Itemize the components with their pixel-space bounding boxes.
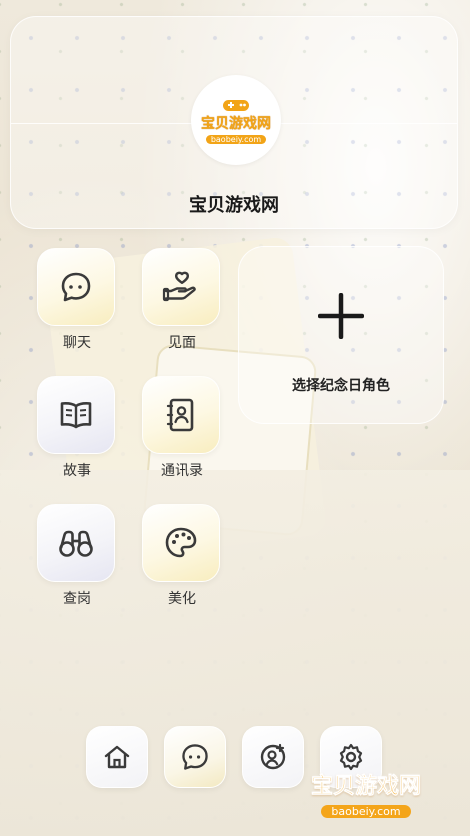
app-contacts-tile[interactable] <box>142 376 220 454</box>
app-story-tile[interactable] <box>37 376 115 454</box>
app-meet-tile[interactable] <box>142 248 220 326</box>
gamepad-logo-icon <box>223 99 249 111</box>
avatar-logo-text: 宝贝游戏网 <box>201 115 271 132</box>
watermark-logo: 宝贝游戏网 baobeiy.com <box>296 768 436 820</box>
app-contacts[interactable]: 通讯录 <box>142 376 222 480</box>
avatar[interactable]: 宝贝游戏网 baobeiy.com <box>191 75 281 165</box>
app-story-label: 故事 <box>63 463 91 479</box>
dock-home-button[interactable] <box>86 726 148 788</box>
binoculars-icon <box>59 530 93 557</box>
profile-card[interactable]: 宝贝游戏网 baobeiy.com 宝贝游戏网 <box>10 16 458 229</box>
app-theme-tile[interactable] <box>142 504 220 582</box>
chat-bubble-icon <box>61 272 91 302</box>
app-contacts-label: 通讯录 <box>161 463 203 479</box>
watermark-main-text: 宝贝游戏网 <box>310 774 422 800</box>
anniversary-card[interactable]: 选择纪念日角色 <box>238 246 444 424</box>
add-contact-icon <box>260 743 286 770</box>
hand-heart-icon <box>162 271 196 302</box>
palette-icon <box>165 527 197 558</box>
plus-icon <box>318 293 364 339</box>
dock-chat-button[interactable] <box>164 726 226 788</box>
app-chat[interactable]: 聊天 <box>37 248 117 352</box>
chat-bubble-icon <box>182 744 208 770</box>
avatar-logo-sub: baobeiy.com <box>205 134 267 144</box>
profile-name: 宝贝游戏网 <box>189 195 279 216</box>
contact-book-icon <box>166 398 194 432</box>
home-icon <box>104 745 130 769</box>
app-meet[interactable]: 见面 <box>142 248 222 352</box>
watermark-sub-text: baobeiy.com <box>321 805 411 818</box>
app-meet-label: 见面 <box>168 335 196 351</box>
app-theme-label: 美化 <box>168 591 196 607</box>
dock-add-contact-button[interactable] <box>242 726 304 788</box>
app-chat-label: 聊天 <box>63 335 91 351</box>
app-check-label: 查岗 <box>63 591 91 607</box>
app-check-tile[interactable] <box>37 504 115 582</box>
app-chat-tile[interactable] <box>37 248 115 326</box>
anniversary-label: 选择纪念日角色 <box>292 378 390 394</box>
book-open-icon <box>60 402 92 429</box>
app-theme[interactable]: 美化 <box>142 504 222 608</box>
app-story[interactable]: 故事 <box>37 376 117 480</box>
app-check[interactable]: 查岗 <box>37 504 117 608</box>
